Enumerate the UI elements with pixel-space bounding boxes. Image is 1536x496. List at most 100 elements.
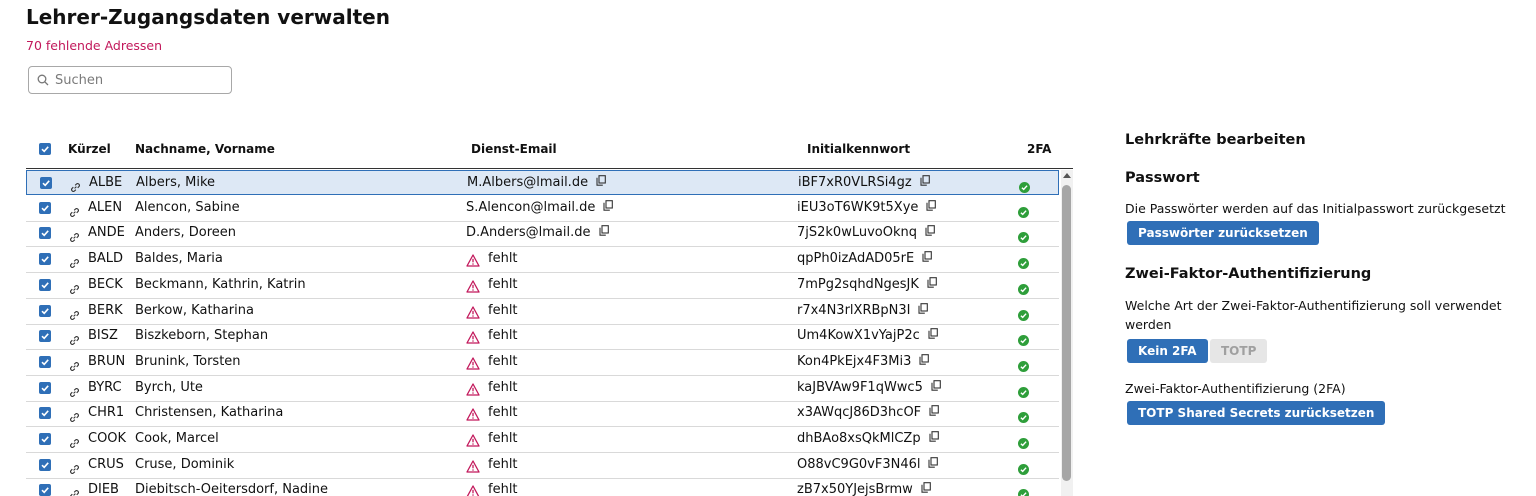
row-checkbox[interactable] bbox=[39, 381, 51, 394]
password-cell: iEU3oT6WK9t5Xye bbox=[797, 199, 937, 215]
twofa-totp-button[interactable]: TOTP bbox=[1210, 339, 1268, 363]
name-cell: Cruse, Dominik bbox=[135, 456, 235, 472]
column-header-kuerzel[interactable]: Kürzel bbox=[68, 142, 111, 156]
copy-icon[interactable] bbox=[929, 405, 940, 420]
link-icon[interactable] bbox=[69, 460, 80, 479]
link-icon[interactable] bbox=[69, 357, 80, 376]
row-checkbox[interactable] bbox=[39, 433, 51, 445]
check-icon bbox=[40, 203, 50, 213]
password-cell: Kon4PkEjx4F3Mi3 bbox=[797, 353, 930, 369]
link-icon[interactable] bbox=[69, 485, 80, 496]
password-value: zB7x50YJejsBrmw bbox=[797, 482, 913, 496]
table-row[interactable]: CHR1 Christensen, Katharina fehlt x3AWqcJ86… bbox=[26, 401, 1059, 428]
copy-icon[interactable] bbox=[918, 302, 929, 318]
row-checkbox[interactable] bbox=[39, 227, 51, 240]
copy-icon[interactable] bbox=[603, 199, 614, 215]
column-header-password[interactable]: Initialkennwort bbox=[807, 142, 910, 156]
link-icon[interactable] bbox=[70, 178, 81, 197]
link-icon[interactable] bbox=[69, 408, 80, 427]
password-value: iBF7xR0VLRSi4gz bbox=[798, 175, 912, 190]
kuerzel-cell: ALBE bbox=[89, 175, 123, 190]
name-cell: Brunink, Torsten bbox=[135, 353, 241, 369]
table-row[interactable]: BERK Berkow, Katharina fehlt r7x4N3rlXRBpN3… bbox=[26, 299, 1059, 325]
copy-icon[interactable] bbox=[928, 456, 939, 472]
teacher-table: Kürzel Nachname, Vorname Dienst-Email In… bbox=[26, 137, 1073, 496]
warning-icon bbox=[466, 329, 480, 348]
twofa-description: Welche Art der Zwei-Faktor-Authentifizie… bbox=[1125, 298, 1502, 332]
table-row[interactable]: BECK Beckmann, Kathrin, Katrin fehlt 7mPg2s… bbox=[26, 273, 1059, 299]
search-box[interactable] bbox=[28, 66, 232, 94]
kuerzel-cell: BALD bbox=[88, 251, 124, 267]
password-cell: 7jS2k0wLuvoOknq bbox=[797, 225, 935, 240]
search-input[interactable] bbox=[55, 72, 225, 88]
column-header-2fa[interactable]: 2FA bbox=[1027, 142, 1051, 156]
copy-icon[interactable] bbox=[931, 379, 941, 395]
copy-icon[interactable] bbox=[926, 199, 937, 215]
kuerzel-cell: BYRC bbox=[88, 379, 122, 395]
link-icon[interactable] bbox=[69, 306, 80, 325]
password-cell: qpPh0izAdAD05rE bbox=[797, 251, 933, 266]
row-checkbox[interactable] bbox=[39, 253, 51, 266]
copy-icon[interactable] bbox=[920, 175, 930, 190]
copy-icon[interactable] bbox=[921, 482, 931, 496]
row-checkbox[interactable] bbox=[39, 201, 51, 214]
password-value: dhBAo8xsQkMlCZp bbox=[797, 431, 921, 446]
table-row[interactable]: BISZ Biszkeborn, Stephan fehlt Um4KowX1vYaj… bbox=[26, 324, 1059, 351]
twofa-none-button[interactable]: Kein 2FA bbox=[1127, 339, 1208, 363]
table-row[interactable]: CRUS Cruse, Dominik fehlt O88vC9G0vF3N46l bbox=[26, 453, 1059, 479]
row-checkbox[interactable] bbox=[39, 355, 51, 368]
copy-icon[interactable] bbox=[598, 225, 609, 240]
page-title: Lehrer-Zugangsdaten verwalten bbox=[26, 5, 390, 29]
scroll-up-arrow-icon[interactable] bbox=[1063, 173, 1071, 178]
link-icon[interactable] bbox=[69, 434, 80, 453]
copy-icon[interactable] bbox=[925, 225, 935, 240]
check-icon bbox=[40, 434, 50, 444]
table-row[interactable]: BYRC Byrch, Ute fehlt kaJBVAw9F1qWwc5 bbox=[26, 376, 1059, 402]
check-icon bbox=[40, 408, 50, 418]
warning-icon bbox=[466, 355, 480, 374]
password-value: 7jS2k0wLuvoOknq bbox=[797, 225, 917, 241]
password-value: Kon4PkEjx4F3Mi3 bbox=[797, 353, 912, 369]
password-cell: Um4KowX1vYajP2c bbox=[797, 328, 938, 343]
check-circle-icon bbox=[1018, 280, 1029, 299]
reset-totp-secrets-button[interactable]: TOTP Shared Secrets zurücksetzen bbox=[1127, 401, 1386, 425]
table-row[interactable]: ALBE Albers, Mike M.Albers@lmail.de iBF7xR0… bbox=[26, 170, 1059, 195]
link-icon[interactable] bbox=[69, 203, 80, 222]
link-icon[interactable] bbox=[69, 383, 80, 402]
email-missing: fehlt bbox=[488, 456, 518, 472]
copy-icon[interactable] bbox=[929, 431, 939, 446]
row-checkbox[interactable] bbox=[39, 330, 51, 343]
reset-passwords-button[interactable]: Passwörter zurücksetzen bbox=[1127, 221, 1319, 245]
row-checkbox[interactable] bbox=[39, 458, 51, 471]
warning-icon bbox=[466, 252, 480, 271]
row-checkbox[interactable] bbox=[39, 407, 51, 420]
link-icon[interactable] bbox=[69, 331, 80, 350]
check-icon bbox=[40, 383, 50, 393]
copy-icon[interactable] bbox=[928, 328, 938, 343]
email-value: D.Anders@lmail.de bbox=[466, 225, 591, 241]
select-all-checkbox[interactable] bbox=[39, 143, 51, 155]
copy-icon[interactable] bbox=[596, 175, 606, 190]
row-checkbox[interactable] bbox=[39, 304, 51, 317]
row-checkbox[interactable] bbox=[39, 484, 51, 496]
row-checkbox[interactable] bbox=[39, 278, 51, 291]
email-missing: fehlt bbox=[488, 328, 518, 344]
scrollbar-thumb[interactable] bbox=[1062, 185, 1071, 481]
link-icon[interactable] bbox=[69, 280, 80, 299]
twofa-reset-label: Zwei-Faktor-Authentifizierung (2FA) bbox=[1125, 381, 1346, 396]
table-row[interactable]: BALD Baldes, Maria fehlt qpPh0izAdAD05rE bbox=[26, 247, 1059, 274]
link-icon[interactable] bbox=[69, 254, 80, 273]
row-checkbox[interactable] bbox=[40, 177, 52, 189]
link-icon[interactable] bbox=[69, 228, 80, 247]
table-row[interactable]: COOK Cook, Marcel fehlt dhBAo8xsQkMlCZp bbox=[26, 427, 1059, 453]
table-row[interactable]: BRUN Brunink, Torsten fehlt Kon4PkEjx4F3Mi3 bbox=[26, 350, 1059, 376]
copy-icon[interactable] bbox=[922, 251, 933, 266]
table-row[interactable]: DIEB Diebitsch-Oeitersdorf, Nadine fehlt zB… bbox=[26, 478, 1059, 496]
check-circle-icon bbox=[1018, 408, 1029, 427]
copy-icon[interactable] bbox=[927, 276, 937, 292]
column-header-name[interactable]: Nachname, Vorname bbox=[135, 142, 275, 156]
table-row[interactable]: ALEN Alencon, Sabine S.Alencon@lmail.de iEU… bbox=[26, 196, 1059, 222]
copy-icon[interactable] bbox=[919, 354, 930, 369]
column-header-email[interactable]: Dienst-Email bbox=[471, 142, 557, 156]
table-row[interactable]: ANDE Anders, Doreen D.Anders@lmail.de 7jS2k… bbox=[26, 221, 1059, 248]
